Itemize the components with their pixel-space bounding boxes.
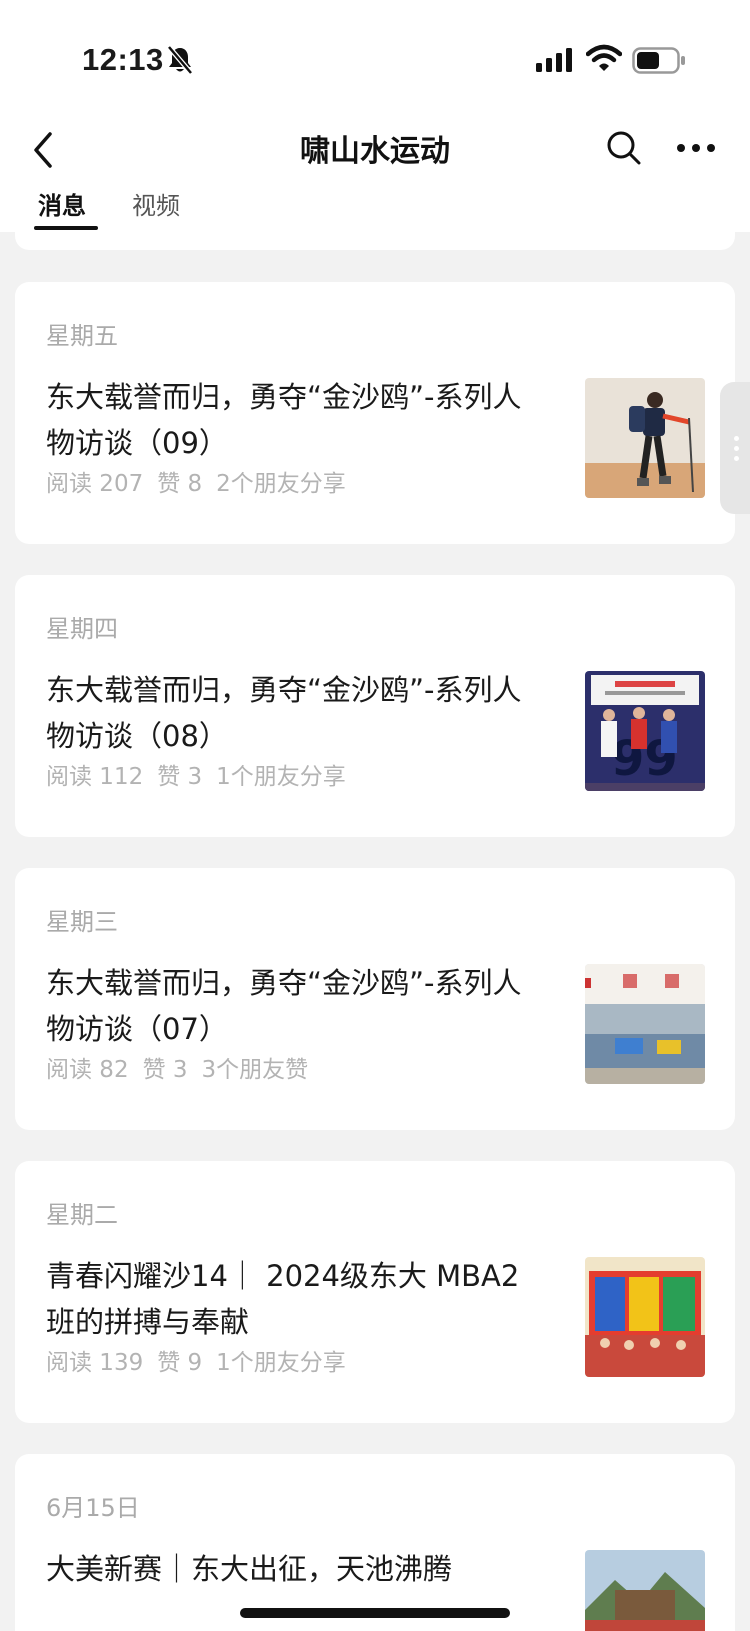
article-title[interactable]: 大美新赛｜东大出征，天池沸腾 [46,1546,546,1592]
home-indicator[interactable] [240,1608,510,1618]
like-count: 赞 8 [157,471,203,497]
article-title[interactable]: 东大载誉而归，勇夺“金沙鸥”-系列人物访谈（07） [46,960,546,1052]
tab-messages[interactable]: 消息 [38,186,86,221]
friend-activity: 2个朋友分享 [216,471,346,497]
search-icon[interactable] [604,128,644,168]
article-date: 星期三 [46,908,118,936]
article-date: 6月15日 [46,1494,140,1522]
article-thumbnail[interactable] [585,964,705,1084]
article-card[interactable]: 星期三 东大载誉而归，勇夺“金沙鸥”-系列人物访谈（07） 阅读 82 赞 3 3个… [15,868,735,1130]
article-card[interactable]: 6月15日 大美新赛｜东大出征，天池沸腾 [15,1454,735,1631]
article-title[interactable]: 东大载誉而归，勇夺“金沙鸥”-系列人物访谈（09） [46,374,546,466]
article-thumbnail[interactable] [585,1257,705,1377]
mountain-group-image [585,1550,705,1631]
article-title[interactable]: 青春闪耀沙14｜ 2024级东大 MBA2班的拼搏与奉献 [46,1253,546,1345]
article-stats: 阅读 112 赞 3 1个朋友分享 [46,757,360,791]
tab-bar: 消息 视频 [0,182,750,232]
active-tab-indicator [34,226,98,230]
article-card[interactable]: 星期四 东大载誉而归，勇夺“金沙鸥”-系列人物访谈（08） 阅读 112 赞 3 1… [15,575,735,837]
article-date: 星期四 [46,615,118,643]
like-count: 赞 3 [157,764,203,790]
status-bar: 12:13 [0,0,750,110]
status-time: 12:13 [82,42,164,77]
wifi-icon [586,44,622,71]
team-with-banner-image: 99 [585,671,705,791]
side-drawer-handle[interactable] [720,382,750,514]
runner-in-desert-image [585,378,705,498]
read-count: 阅读 139 [46,1350,144,1376]
like-count: 赞 9 [157,1350,203,1376]
cellular-signal-icon [536,48,572,72]
article-stats: 阅读 82 赞 3 3个朋友赞 [46,1050,322,1084]
battery-icon [632,47,685,74]
group-photo-station-image [585,964,705,1084]
header: 12:13 啸山水运动 消息 视频 [0,0,750,232]
article-stats: 阅读 207 赞 8 2个朋友分享 [46,464,360,498]
read-count: 阅读 82 [46,1057,129,1083]
article-thumbnail[interactable] [585,1550,705,1631]
article-card[interactable]: 星期五 东大载誉而归，勇夺“金沙鸥”-系列人物访谈（09） 阅读 207 赞 8 2… [15,282,735,544]
like-count: 赞 3 [142,1057,188,1083]
article-card[interactable]: 星期二 青春闪耀沙14｜ 2024级东大 MBA2班的拼搏与奉献 阅读 139 赞… [15,1161,735,1423]
article-thumbnail[interactable] [585,378,705,498]
article-date: 星期五 [46,322,118,350]
tab-videos[interactable]: 视频 [132,186,180,221]
article-stats: 阅读 139 赞 9 1个朋友分享 [46,1343,360,1377]
bell-slash-icon [167,45,193,75]
article-date: 星期二 [46,1201,118,1229]
article-title[interactable]: 东大载誉而归，勇夺“金沙鸥”-系列人物访谈（08） [46,667,546,759]
friend-activity: 1个朋友分享 [216,1350,346,1376]
friend-activity: 1个朋友分享 [216,764,346,790]
colorful-banner-group-image [585,1257,705,1377]
read-count: 阅读 112 [46,764,144,790]
article-thumbnail[interactable]: 99 [585,671,705,791]
more-icon[interactable] [676,136,716,160]
friend-activity: 3个朋友赞 [201,1057,309,1083]
nav-bar: 啸山水运动 [0,116,750,182]
read-count: 阅读 207 [46,471,144,497]
